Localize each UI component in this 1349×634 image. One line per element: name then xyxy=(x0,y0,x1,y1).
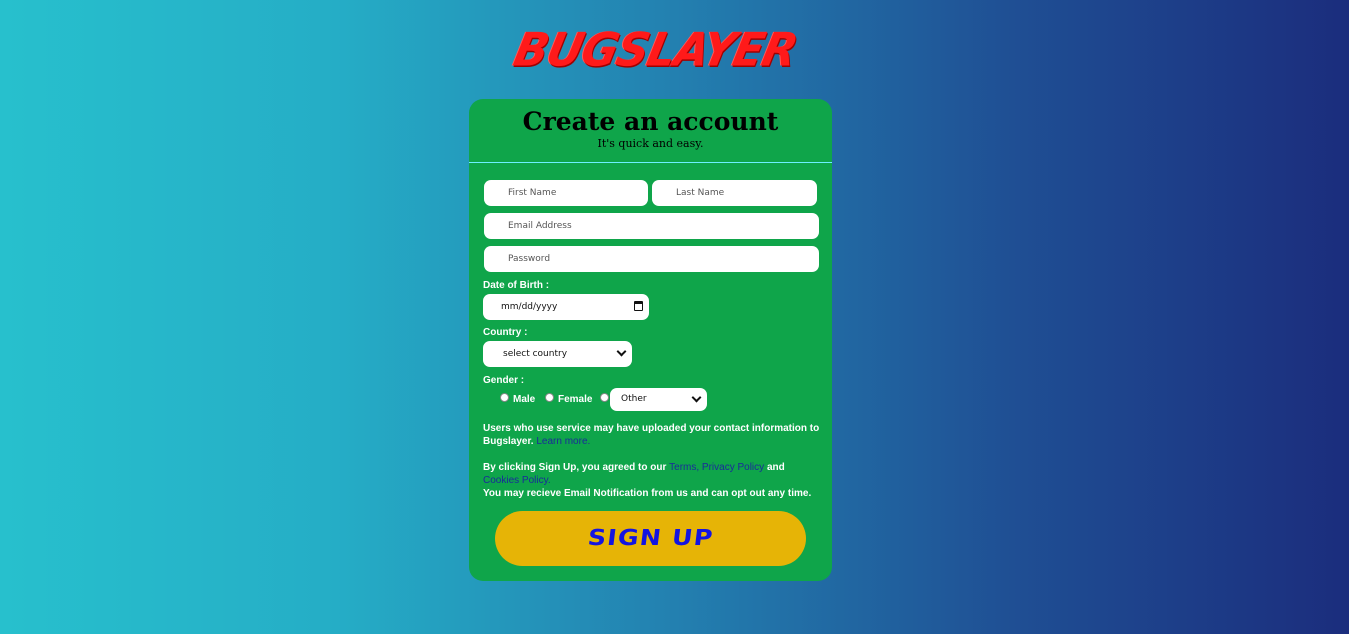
page-title: Create an account xyxy=(522,107,779,136)
country-select[interactable]: select country xyxy=(483,341,632,367)
terms-prefix: By clicking Sign Up, you agreed to our xyxy=(483,462,667,473)
gender-other-radio[interactable] xyxy=(600,393,609,402)
dob-value: mm/dd/yyyy xyxy=(501,302,558,312)
chevron-down-icon xyxy=(691,392,702,403)
sign-up-label: SIGN UP xyxy=(586,526,715,551)
gender-female-radio[interactable] xyxy=(545,393,554,402)
gender-other-select[interactable]: Other xyxy=(610,388,707,411)
terms-and: and xyxy=(766,462,785,473)
dob-label: Date of Birth : xyxy=(483,280,550,291)
country-label: Country : xyxy=(483,327,528,338)
card-header: Create an account It's quick and easy. xyxy=(469,99,832,163)
gender-label: Gender : xyxy=(483,375,525,386)
dob-input[interactable]: mm/dd/yyyy xyxy=(483,294,649,320)
contact-notice-text: Users who use service may have uploaded … xyxy=(483,423,820,447)
bugslayer-logo: BUGSLAYER xyxy=(509,22,801,78)
logo-text: BUGSLAYER xyxy=(508,23,802,77)
contact-notice: Users who use service may have uploaded … xyxy=(483,422,823,448)
privacy-policy-link[interactable]: Privacy Policy xyxy=(702,462,764,473)
learn-more-link[interactable]: Learn more. xyxy=(536,436,590,447)
signup-card: Create an account It's quick and easy. D… xyxy=(469,99,832,581)
page-subtitle: It's quick and easy. xyxy=(597,137,704,150)
gender-male-radio[interactable] xyxy=(500,393,509,402)
sign-up-button[interactable]: SIGN UP xyxy=(495,511,806,566)
gender-female-label: Female xyxy=(558,394,593,405)
password-input[interactable] xyxy=(484,246,819,272)
terms-notice: By clicking Sign Up, you agreed to our T… xyxy=(483,461,823,500)
gender-male-label: Male xyxy=(513,394,536,405)
calendar-icon[interactable] xyxy=(634,301,643,311)
chevron-down-icon xyxy=(616,346,627,357)
gender-other-value: Other xyxy=(621,394,647,404)
country-select-value: select country xyxy=(503,349,568,359)
cookies-policy-link[interactable]: Cookies Policy. xyxy=(483,475,551,486)
first-name-input[interactable] xyxy=(484,180,648,206)
last-name-input[interactable] xyxy=(652,180,817,206)
email-input[interactable] xyxy=(484,213,819,239)
terms-link[interactable]: Terms, xyxy=(669,462,699,473)
notification-notice: You may recieve Email Notification from … xyxy=(483,488,812,499)
